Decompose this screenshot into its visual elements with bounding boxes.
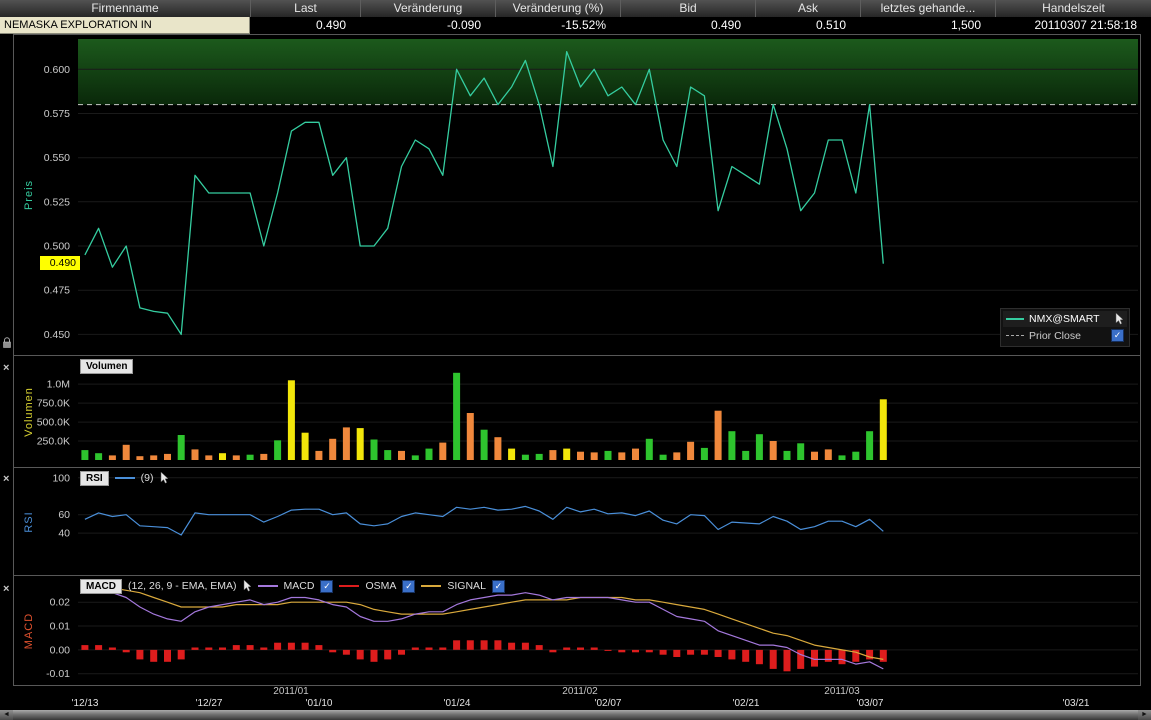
column-header-ask[interactable]: Ask: [755, 0, 860, 17]
svg-text:0.500: 0.500: [44, 241, 70, 253]
svg-text:0.02: 0.02: [50, 597, 71, 609]
osma-checkbox[interactable]: ✓: [402, 580, 415, 593]
price-chart-plot[interactable]: 0.600 0.575 0.550 0.525 0.500 0.475 0.450: [14, 35, 1140, 354]
close-volume-panel-button[interactable]: ×: [3, 363, 9, 373]
volume-chart-plot[interactable]: 1.0M 750.0K 500.0K 250.0K: [14, 356, 1140, 466]
rsi-chart-plot[interactable]: 100 60 40: [14, 468, 1140, 574]
close-rsi-panel-button[interactable]: ×: [3, 474, 9, 484]
legend-prior-close-label: Prior Close: [1029, 330, 1106, 342]
svg-text:0.575: 0.575: [44, 108, 70, 120]
svg-text:60: 60: [58, 509, 70, 521]
signal-legend-label: SIGNAL: [447, 580, 486, 592]
column-header-bid[interactable]: Bid: [620, 0, 755, 17]
rsi-line-sample: [115, 477, 135, 479]
quote-values-row: NEMASKA EXPLORATION IN 0.490 -0.090 -15.…: [0, 17, 1151, 34]
rsi-panel-header: RSI (9): [80, 471, 169, 485]
company-name-cell[interactable]: NEMASKA EXPLORATION IN: [0, 17, 250, 34]
volume-panel: 1.0M750.0K500.0K250.0K Volumen Volumen: [13, 355, 1141, 467]
signal-line-sample: [421, 585, 441, 587]
osma-legend-label: OSMA: [365, 580, 396, 592]
column-header-change-pct[interactable]: Veränderung (%): [495, 0, 620, 17]
signal-checkbox[interactable]: ✓: [492, 580, 505, 593]
change-value: -0.090: [360, 17, 495, 34]
last-price-axis-tag: 0.490: [40, 256, 80, 270]
close-macd-panel-button[interactable]: ×: [3, 584, 9, 594]
column-header-last[interactable]: Last: [250, 0, 360, 17]
svg-text:250.0K: 250.0K: [37, 436, 70, 448]
macd-panel-title[interactable]: MACD: [80, 579, 122, 594]
column-header-last-traded[interactable]: letztes gehande...: [860, 0, 995, 17]
quote-header-row: Firmenname Last Veränderung Veränderung …: [0, 0, 1151, 17]
edit-study-cursor-icon[interactable]: [160, 472, 169, 484]
svg-text:750.0K: 750.0K: [37, 398, 70, 410]
lock-icon[interactable]: [2, 337, 12, 349]
legend-row-prior-close: Prior Close ✓: [1003, 327, 1127, 344]
column-header-trade-time[interactable]: Handelszeit: [995, 0, 1151, 17]
macd-checkbox[interactable]: ✓: [320, 580, 333, 593]
svg-text:40: 40: [58, 528, 70, 540]
price-panel: 0.6000.5750.5500.5250.5000.4750.450 Prei…: [13, 34, 1141, 355]
x-axis-day-labels: '12/13'12/27'01/10'01/24'02/07'02/21'03/…: [0, 698, 1151, 710]
legend-row-symbol[interactable]: NMX@SMART: [1003, 311, 1127, 327]
svg-text:100: 100: [52, 472, 70, 484]
svg-text:0.01: 0.01: [50, 621, 71, 633]
edit-series-cursor-icon[interactable]: [1115, 313, 1124, 325]
macd-line-sample: [258, 585, 278, 587]
last-price-value: 0.490: [250, 17, 360, 34]
svg-text:500.0K: 500.0K: [37, 417, 70, 429]
svg-text:0.475: 0.475: [44, 285, 70, 297]
chart-legend: NMX@SMART Prior Close ✓: [1000, 308, 1130, 347]
ask-value: 0.510: [755, 17, 860, 34]
rsi-period-label: (9): [141, 472, 154, 484]
svg-text:1.0M: 1.0M: [47, 379, 70, 391]
macd-panel-header: MACD (12, 26, 9 - EMA, EMA) MACD ✓ OSMA …: [80, 579, 505, 593]
volume-panel-header: Volumen: [80, 359, 133, 373]
edit-study-cursor-icon[interactable]: [243, 580, 252, 592]
prior-close-line-sample: [1006, 335, 1024, 336]
column-header-firmenname[interactable]: Firmenname: [0, 0, 250, 17]
bid-value: 0.490: [620, 17, 755, 34]
osma-bar-sample: [339, 585, 359, 587]
svg-text:0.600: 0.600: [44, 64, 70, 76]
svg-text:0.00: 0.00: [50, 644, 71, 656]
legend-symbol-label: NMX@SMART: [1029, 313, 1110, 325]
price-line-sample: [1006, 318, 1024, 320]
chart-region: × × × 0.600 0.575 0.550 0.525 0.500 0.475 0.45…: [0, 34, 1151, 720]
prior-close-checkbox[interactable]: ✓: [1111, 329, 1124, 342]
svg-text:0.525: 0.525: [44, 196, 70, 208]
svg-text:0.550: 0.550: [44, 152, 70, 164]
scroll-right-button[interactable]: ►: [1138, 710, 1151, 720]
change-pct-value: -15.52%: [495, 17, 620, 34]
macd-legend-label: MACD: [284, 580, 315, 592]
rsi-panel: 100 60 40 RSI RSI (9): [13, 467, 1141, 575]
macd-params-label: (12, 26, 9 - EMA, EMA): [128, 580, 237, 592]
volume-panel-title[interactable]: Volumen: [80, 359, 133, 374]
rsi-panel-title[interactable]: RSI: [80, 471, 109, 486]
macd-panel: 0.02 0.01 0.00 -0.01 MACD MACD (12, 26, 9 -…: [13, 575, 1141, 686]
x-axis-month-labels: 2011/012011/022011/03: [0, 686, 1151, 698]
horizontal-scrollbar[interactable]: ◄ ►: [0, 710, 1151, 720]
column-header-change[interactable]: Veränderung: [360, 0, 495, 17]
svg-text:-0.01: -0.01: [46, 668, 70, 680]
last-traded-size-value: 1,500: [860, 17, 995, 34]
scroll-left-button[interactable]: ◄: [0, 710, 13, 720]
svg-text:0.450: 0.450: [44, 329, 70, 341]
trade-time-value: 20110307 21:58:18: [995, 17, 1151, 34]
